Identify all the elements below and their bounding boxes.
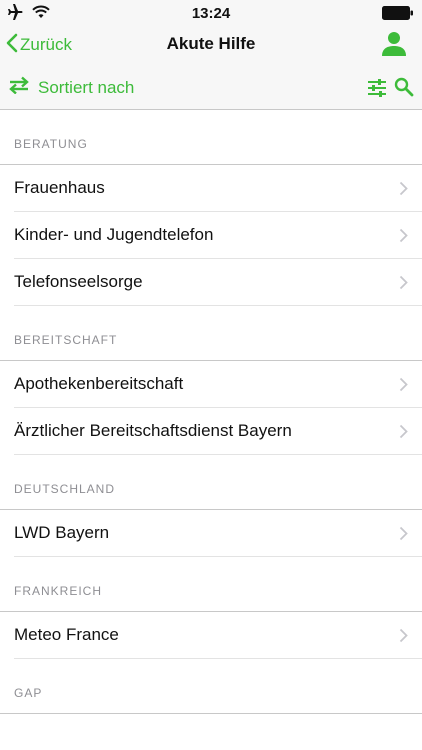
- battery-icon: [382, 6, 414, 25]
- screen: 13:24 Zurück Akute Hilfe Sortiert nach B…: [0, 0, 422, 750]
- list-item-label: Ärztlicher Bereitschaftsdienst Bayern: [14, 421, 292, 440]
- chevron-right-icon: [399, 628, 408, 643]
- status-bar: 13:24: [0, 0, 422, 26]
- chevron-right-icon: [399, 526, 408, 541]
- section-header: FRANKREICH: [0, 557, 422, 612]
- list-item-label: Telefonseelsorge: [14, 272, 143, 291]
- section-header: GAP: [0, 659, 422, 714]
- list-item-label: Meteo France: [14, 625, 119, 644]
- search-icon[interactable]: [394, 77, 414, 97]
- filter-sliders-icon[interactable]: [366, 77, 388, 99]
- chevron-right-icon: [399, 275, 408, 290]
- list-item-label: Frauenhaus: [14, 178, 105, 197]
- list-item[interactable]: Kinder- und Jugendtelefon: [14, 212, 422, 259]
- list-item-label: Kinder- und Jugendtelefon: [14, 225, 214, 244]
- list-item[interactable]: Ärztlicher Bereitschaftsdienst Bayern: [14, 408, 422, 455]
- list-item-label: LWD Bayern: [14, 523, 110, 542]
- toolbar: Sortiert nach: [0, 64, 422, 110]
- sort-label: Sortiert nach: [38, 77, 135, 97]
- swap-icon: [8, 76, 30, 99]
- chevron-right-icon: [399, 181, 408, 196]
- chevron-right-icon: [399, 228, 408, 243]
- list-item[interactable]: Apothekenbereitschaft: [14, 361, 422, 408]
- section-header: BEREITSCHAFT: [0, 306, 422, 361]
- chevron-right-icon: [399, 424, 408, 439]
- list-item[interactable]: Frauenhaus: [14, 165, 422, 212]
- nav-bar: Zurück Akute Hilfe: [0, 26, 422, 64]
- list-item[interactable]: Meteo France: [14, 612, 422, 659]
- sort-button[interactable]: Sortiert nach: [8, 76, 134, 99]
- status-time: 13:24: [191, 5, 231, 22]
- list-item[interactable]: Telefonseelsorge: [14, 259, 422, 306]
- section-header: BERATUNG: [0, 110, 422, 165]
- list-item-label: Apothekenbereitschaft: [14, 374, 184, 393]
- chevron-right-icon: [399, 377, 408, 392]
- page-title: Akute Hilfe: [166, 34, 256, 53]
- section-header: DEUTSCHLAND: [0, 455, 422, 510]
- grouped-list: BERATUNG Frauenhaus Kinder- und Jugendte…: [0, 110, 422, 714]
- user-icon[interactable]: [380, 30, 408, 58]
- list-item[interactable]: LWD Bayern: [14, 510, 422, 557]
